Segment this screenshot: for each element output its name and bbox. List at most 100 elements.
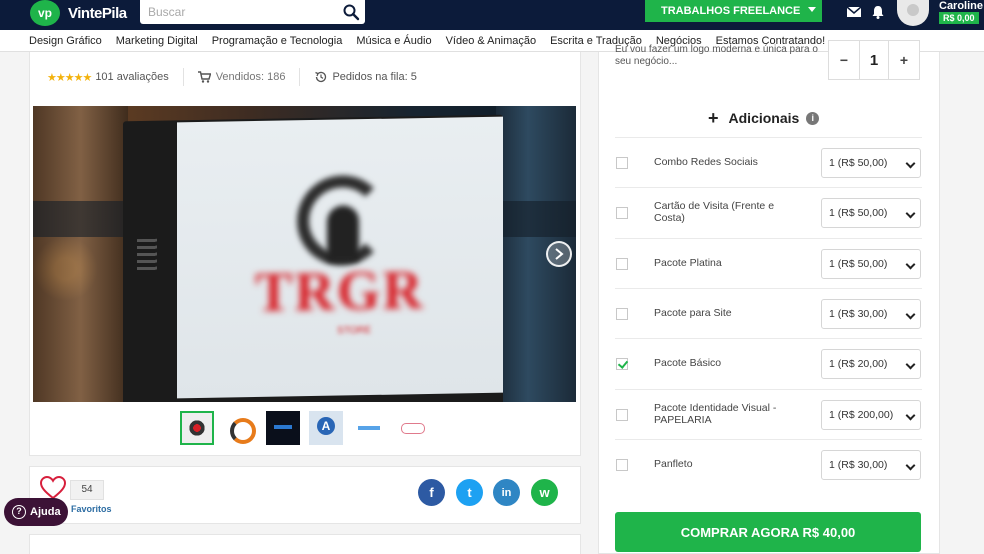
heart-icon[interactable] <box>40 476 66 500</box>
addon-row: Combo Redes Sociais 1 (R$ 50,00) <box>615 137 922 187</box>
service-meta: ★★★★★ 101 avaliações Vendidos: 186 Pedid… <box>47 66 417 88</box>
addon-quantity-select[interactable]: 1 (R$ 50,00) <box>821 198 921 228</box>
twitter-icon: t <box>467 485 472 500</box>
plus-icon: + <box>708 107 719 128</box>
share-whatsapp-button[interactable]: w <box>531 479 558 506</box>
addon-option: 1 (R$ 200,00) <box>829 409 894 421</box>
addon-option: 1 (R$ 30,00) <box>829 308 888 320</box>
favorites-count: 54 <box>70 480 104 500</box>
history-icon <box>315 71 327 83</box>
quantity-decrease-button[interactable]: − <box>829 41 859 79</box>
category-link[interactable]: Música e Áudio <box>356 35 431 47</box>
help-icon: ? <box>12 505 26 519</box>
addon-quantity-select[interactable]: 1 (R$ 200,00) <box>821 400 921 430</box>
divider <box>182 68 184 86</box>
queue-count: Pedidos na fila: 5 <box>332 71 417 83</box>
search-input[interactable] <box>140 0 330 24</box>
thumbnail[interactable] <box>180 411 214 445</box>
addon-checkbox[interactable] <box>616 207 628 219</box>
quantity-stepper: − 1 + <box>828 40 920 80</box>
category-link[interactable]: Marketing Digital <box>116 35 198 47</box>
addon-quantity-select[interactable]: 1 (R$ 30,00) <box>821 299 921 329</box>
chevron-down-icon <box>905 309 916 320</box>
addon-name: Panfleto <box>654 458 693 470</box>
addon-name: Pacote Platina <box>654 257 722 269</box>
blurred-logo-figure <box>327 205 359 262</box>
addon-checkbox[interactable] <box>616 308 628 320</box>
addon-checkbox[interactable] <box>616 258 628 270</box>
addon-row: Panfleto 1 (R$ 30,00) <box>615 439 922 489</box>
site-logo[interactable]: vp VintePila <box>30 0 127 26</box>
addon-option: 1 (R$ 50,00) <box>829 258 888 270</box>
logo-text: VintePila <box>68 4 127 22</box>
service-main-image[interactable]: TRGR STORE <box>33 106 576 402</box>
favorites-label[interactable]: Favoritos <box>71 504 112 514</box>
next-image-button[interactable] <box>546 241 572 267</box>
search-icon[interactable] <box>342 3 360 21</box>
addon-row: Cartão de Visita (Frente e Costa) 1 (R$ … <box>615 187 922 237</box>
balance-badge: R$ 0,00 <box>939 12 979 24</box>
addon-name: Pacote Básico <box>654 357 722 369</box>
mail-icon[interactable] <box>846 5 862 19</box>
thumbnail[interactable] <box>395 411 429 445</box>
user-name[interactable]: Caroline <box>939 0 983 12</box>
thumbnail[interactable] <box>266 411 300 445</box>
freelance-jobs-label: TRABALHOS FREELANCE <box>661 5 801 17</box>
quantity-increase-button[interactable]: + <box>889 41 919 79</box>
linkedin-icon: in <box>501 486 512 499</box>
rating-stars: ★★★★★ <box>47 71 92 84</box>
chevron-down-icon <box>905 208 916 219</box>
bell-icon[interactable] <box>870 5 886 19</box>
search-box <box>140 0 365 24</box>
lightbox-sign: TRGR STORE <box>123 114 503 402</box>
package-description: Eu vou fazer um logo moderna e única par… <box>615 44 818 67</box>
addon-option: 1 (R$ 50,00) <box>829 157 888 169</box>
category-link[interactable]: Vídeo & Animação <box>446 35 537 47</box>
sold-count: Vendidos: 186 <box>215 71 286 83</box>
help-button[interactable]: ? Ajuda <box>4 498 68 526</box>
image-bg-window <box>33 106 128 402</box>
next-section-card <box>29 534 581 554</box>
thumbnail[interactable] <box>352 411 386 445</box>
image-thumbnails <box>180 410 438 446</box>
chevron-right-icon <box>555 248 564 260</box>
addon-name: Cartão de Visita (Frente e Costa) <box>654 200 775 224</box>
addon-quantity-select[interactable]: 1 (R$ 20,00) <box>821 349 921 379</box>
addon-checkbox[interactable] <box>616 157 628 169</box>
addon-checkbox[interactable] <box>616 409 628 421</box>
addon-row: Pacote para Site 1 (R$ 30,00) <box>615 288 922 338</box>
buy-now-button[interactable]: COMPRAR AGORA R$ 40,00 <box>615 512 921 552</box>
chevron-down-icon <box>905 359 916 370</box>
sign-vents <box>137 238 157 274</box>
info-icon[interactable]: i <box>806 111 820 125</box>
addon-option: 1 (R$ 50,00) <box>829 207 888 219</box>
freelance-jobs-button[interactable]: TRABALHOS FREELANCE <box>645 0 822 22</box>
chevron-down-icon <box>905 259 916 270</box>
addon-checkbox[interactable] <box>616 358 628 370</box>
addons-title: Adicionais <box>728 110 800 126</box>
thumbnail[interactable] <box>309 411 343 445</box>
chevron-down-icon <box>905 460 916 471</box>
addon-quantity-select[interactable]: 1 (R$ 50,00) <box>821 249 921 279</box>
addon-name: Pacote Identidade Visual - PAPELARIA <box>654 402 777 426</box>
share-twitter-button[interactable]: t <box>456 479 483 506</box>
addon-quantity-select[interactable]: 1 (R$ 50,00) <box>821 148 921 178</box>
addon-row: Pacote Identidade Visual - PAPELARIA 1 (… <box>615 389 922 439</box>
addon-checkbox[interactable] <box>616 459 628 471</box>
chevron-down-icon <box>905 410 916 421</box>
addon-name: Pacote para Site <box>654 307 732 319</box>
addon-quantity-select[interactable]: 1 (R$ 30,00) <box>821 450 921 480</box>
help-label: Ajuda <box>30 506 61 518</box>
cart-icon <box>197 71 211 83</box>
thumbnail[interactable] <box>223 411 257 445</box>
quantity-value[interactable]: 1 <box>859 41 889 79</box>
sign-face: TRGR STORE <box>177 116 503 399</box>
divider <box>299 68 301 86</box>
blurred-logo-subtext: STORE <box>337 324 372 337</box>
category-link[interactable]: Programação e Tecnologia <box>212 35 343 47</box>
share-facebook-button[interactable]: f <box>418 479 445 506</box>
addon-row: Pacote Platina 1 (R$ 50,00) <box>615 238 922 288</box>
category-link[interactable]: Design Gráfico <box>29 35 102 47</box>
share-linkedin-button[interactable]: in <box>493 479 520 506</box>
reviews-count[interactable]: 101 avaliações <box>95 71 168 83</box>
